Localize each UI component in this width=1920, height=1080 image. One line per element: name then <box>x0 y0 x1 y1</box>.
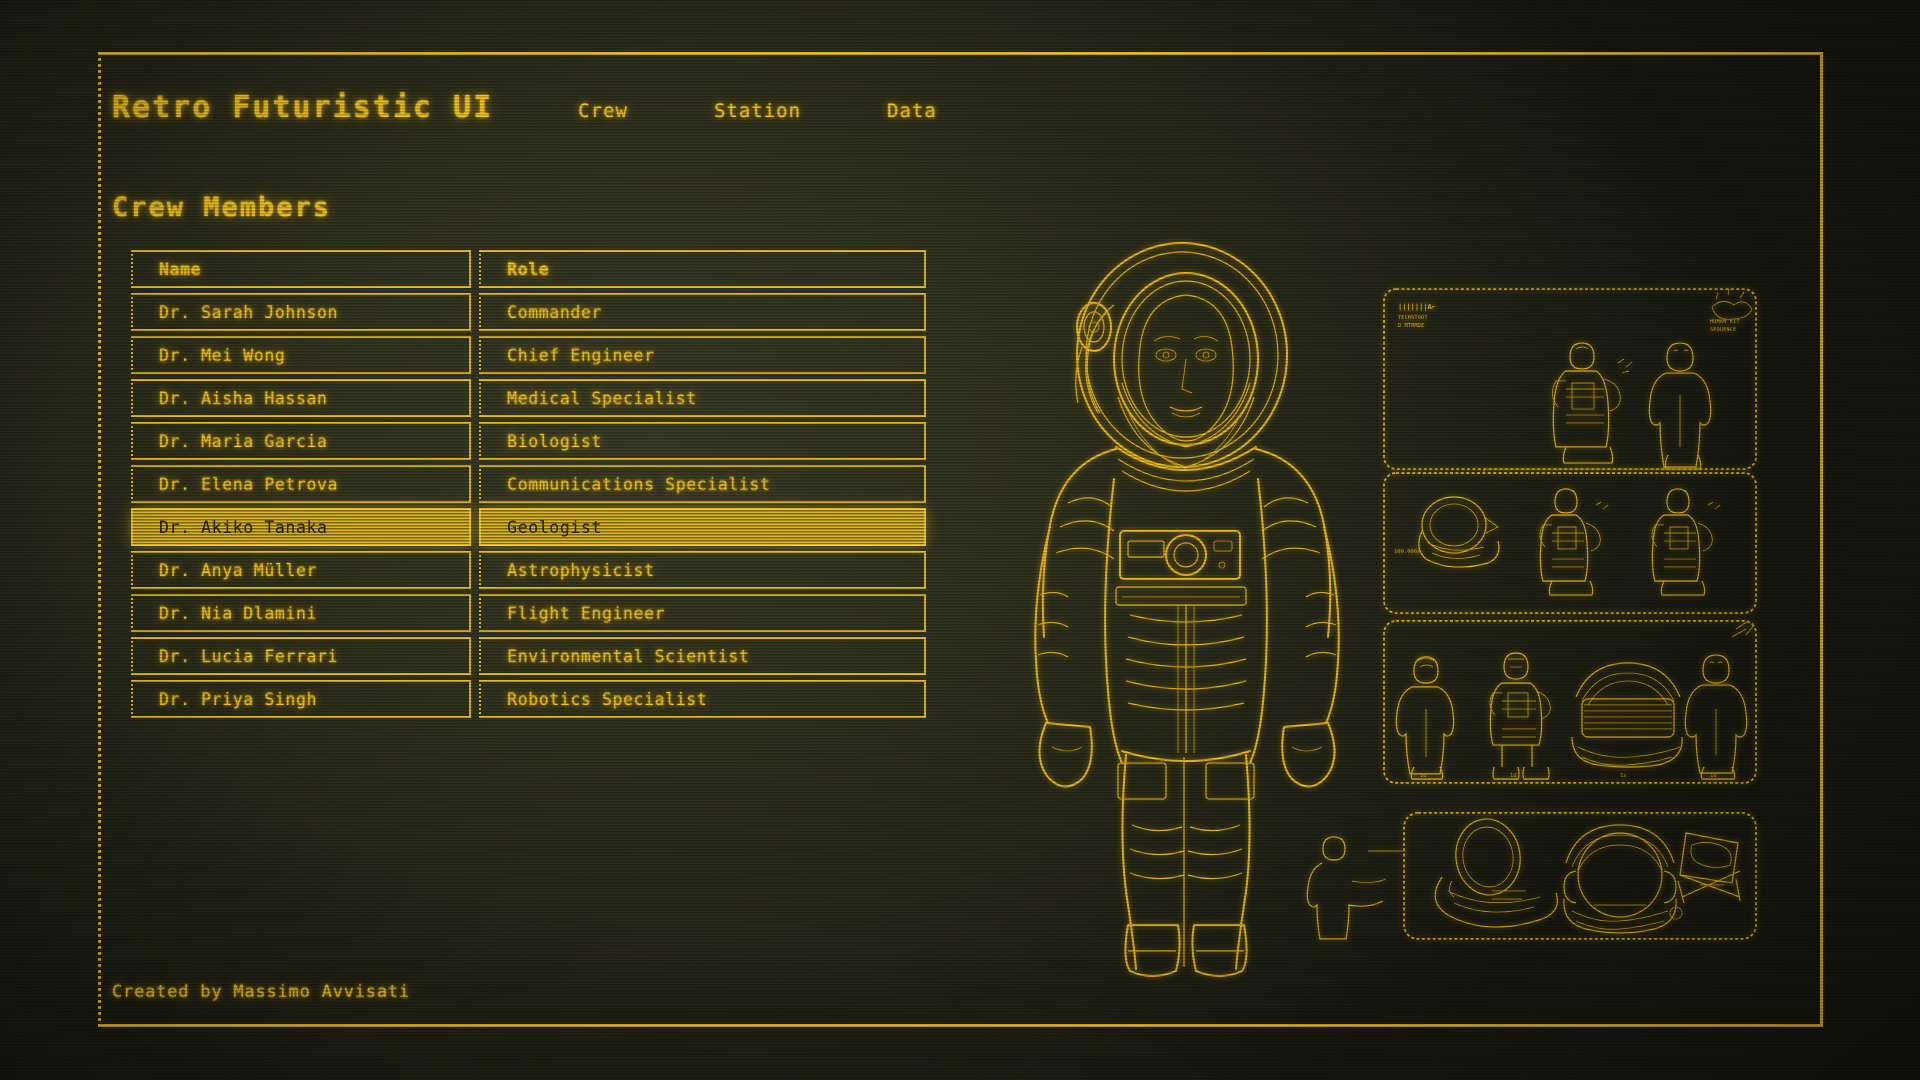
cell-role: Communications Specialist <box>479 465 926 503</box>
blueprint-figure-d: 1d <box>1684 620 1755 780</box>
astronaut-arms <box>1034 526 1340 788</box>
svg-text:D MTMMDE: D MTMMDE <box>1398 323 1424 329</box>
astronaut-torso <box>1041 446 1332 764</box>
blueprint-panel-top: |||||||A⌐ TECHSTOOT D MTMMDE HUMAN KIT S… <box>1383 288 1757 470</box>
cell-name: Dr. Elena Petrova <box>131 465 472 503</box>
table-row[interactable]: Dr. Sarah Johnson Commander <box>131 293 926 331</box>
astronaut-svg <box>1034 242 1340 977</box>
table-row[interactable]: Dr. Priya Singh Robotics Specialist <box>131 680 926 718</box>
cell-role: Robotics Specialist <box>479 680 926 718</box>
cell-name: Dr. Aisha Hassan <box>131 379 472 417</box>
cell-name: Dr. Akiko Tanaka <box>131 508 472 546</box>
blueprint-figure-suited-1 <box>1552 342 1633 464</box>
table-header-row: Name Role <box>131 250 926 288</box>
astronaut-face <box>1117 294 1255 470</box>
cell-role: Chief Engineer <box>479 336 926 374</box>
header-bar: Retro Futuristic UI Crew Station Data <box>112 90 1012 140</box>
astronaut-illustration <box>1010 235 1370 980</box>
blueprint-scale-note: 100.000i <box>1394 549 1421 555</box>
svg-text:1d: 1d <box>1710 773 1717 779</box>
cell-name: Dr. Maria Garcia <box>131 422 472 460</box>
table-row[interactable]: Dr. Nia Dlamini Flight Engineer <box>131 594 926 632</box>
table-row[interactable]: Dr. Akiko Tanaka Geologist <box>131 508 926 546</box>
blueprint-figure-plain-1 <box>1648 342 1712 470</box>
cell-role: Environmental Scientist <box>479 637 926 675</box>
main-nav: Crew Station Data <box>578 100 937 122</box>
cell-name: Dr. Anya Müller <box>131 551 472 589</box>
blueprint-figure-b: 1d <box>1489 652 1551 780</box>
blueprint-panel-middle: 100.000i <box>1383 468 1757 614</box>
cell-name: Dr. Nia Dlamini <box>131 594 472 632</box>
table-row[interactable]: Dr. Mei Wong Chief Engineer <box>131 336 926 374</box>
blueprint-helmet-front-2 <box>1563 824 1683 934</box>
blueprint-figure-suited-3 <box>1651 488 1721 596</box>
svg-text:1x: 1x <box>1620 773 1627 779</box>
nav-item-crew[interactable]: Crew <box>578 100 628 122</box>
svg-text:1d: 1d <box>1420 773 1427 779</box>
blueprint-helmet-front: 1x <box>1571 662 1683 779</box>
table-row[interactable]: Dr. Elena Petrova Communications Speciali… <box>131 465 926 503</box>
blueprint-svg: |||||||A⌐ TECHSTOOT D MTMMDE HUMAN KIT S… <box>1306 288 1757 940</box>
cell-role: Biologist <box>479 422 926 460</box>
table-row[interactable]: Dr. Lucia Ferrari Environmental Scientist <box>131 637 926 675</box>
table-body: Dr. Sarah Johnson Commander Dr. Mei Wong Ch… <box>131 293 926 718</box>
blueprint-code-label: |||||||A⌐ <box>1398 303 1436 312</box>
astronaut-helmet <box>1075 242 1288 468</box>
app-title: Retro Futuristic UI <box>112 90 494 125</box>
blueprint-panel-bottom: 1d 1d 1x 1d <box>1383 620 1757 784</box>
blueprint-figure-a: 1d <box>1395 656 1455 780</box>
crew-members-table: Name Role Dr. Sarah Johnson Commander Dr. … <box>131 250 926 723</box>
cell-role: Commander <box>479 293 926 331</box>
cell-role: Geologist <box>479 508 926 546</box>
column-header-role: Role <box>479 250 926 288</box>
cell-role: Astrophysicist <box>479 551 926 589</box>
blueprint-equipment-sketch <box>1677 832 1741 904</box>
blueprint-figure-suited-2 <box>1539 488 1609 596</box>
footer-credit: Created by Massimo Avvisati <box>112 982 410 1002</box>
cell-name: Dr. Sarah Johnson <box>131 293 472 331</box>
table-row[interactable]: Dr. Aisha Hassan Medical Specialist <box>131 379 926 417</box>
blueprint-diagram-panels: |||||||A⌐ TECHSTOOT D MTMMDE HUMAN KIT S… <box>1306 285 1780 985</box>
blueprint-corner-mark: HUMAN KIT SEQUENCE <box>1710 288 1753 333</box>
table-row[interactable]: Dr. Maria Garcia Biologist <box>131 422 926 460</box>
nav-item-station[interactable]: Station <box>714 100 801 122</box>
blueprint-helmet-tilted <box>1434 818 1558 928</box>
column-header-name: Name <box>131 250 472 288</box>
nav-item-data[interactable]: Data <box>887 100 937 122</box>
cell-role: Flight Engineer <box>479 594 926 632</box>
blueprint-helmet-side <box>1418 496 1500 568</box>
astronaut-legs <box>1117 750 1255 977</box>
svg-text:HUMAN KIT: HUMAN KIT <box>1710 319 1740 325</box>
svg-text:1d: 1d <box>1510 773 1517 779</box>
svg-text:TECHSTOOT: TECHSTOOT <box>1398 315 1428 321</box>
cell-name: Dr. Priya Singh <box>131 680 472 718</box>
cell-name: Dr. Mei Wong <box>131 336 472 374</box>
cell-name: Dr. Lucia Ferrari <box>131 637 472 675</box>
svg-text:SEQUENCE: SEQUENCE <box>1710 327 1736 333</box>
page-title: Crew Members <box>112 192 332 223</box>
cell-role: Medical Specialist <box>479 379 926 417</box>
table-row[interactable]: Dr. Anya Müller Astrophysicist <box>131 551 926 589</box>
